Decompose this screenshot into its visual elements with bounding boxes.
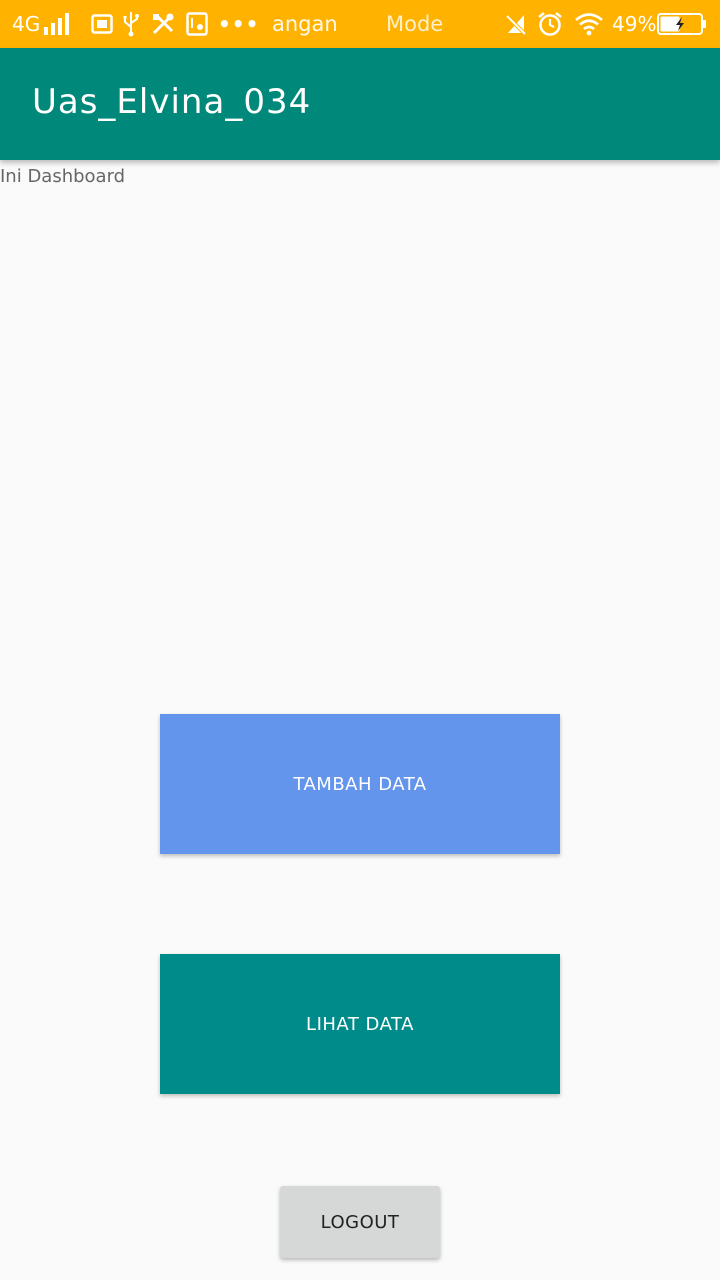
ticker-text-right: Mode bbox=[386, 12, 444, 36]
lihat-data-button[interactable]: LIHAT DATA bbox=[160, 954, 560, 1094]
app-bar: Uas_Elvina_034 bbox=[0, 48, 720, 160]
notification-icon bbox=[91, 0, 113, 48]
alarm-icon bbox=[537, 0, 563, 48]
tools-icon bbox=[151, 0, 175, 48]
logout-button[interactable]: LOGOUT bbox=[280, 1186, 440, 1258]
tambah-data-button[interactable]: TAMBAH DATA bbox=[160, 714, 560, 854]
more-icon: ••• bbox=[218, 12, 260, 36]
ticker-text-left: angan bbox=[272, 12, 338, 36]
dashboard-label: Ini Dashboard bbox=[0, 166, 126, 187]
mute-icon bbox=[505, 0, 527, 48]
usb-icon bbox=[122, 0, 140, 48]
battery-percent: 49% bbox=[612, 12, 657, 36]
screen: 4G ••• angan Mode 49% Uas_Elvina_034 Ini… bbox=[0, 0, 720, 1280]
network-type-label: 4G bbox=[12, 12, 41, 36]
signal-icon bbox=[44, 0, 69, 48]
wifi-icon bbox=[574, 0, 604, 48]
battery-icon bbox=[657, 13, 707, 35]
status-bar: 4G ••• angan Mode 49% bbox=[0, 0, 720, 48]
app-title: Uas_Elvina_034 bbox=[32, 82, 312, 122]
app-icon bbox=[186, 0, 208, 48]
